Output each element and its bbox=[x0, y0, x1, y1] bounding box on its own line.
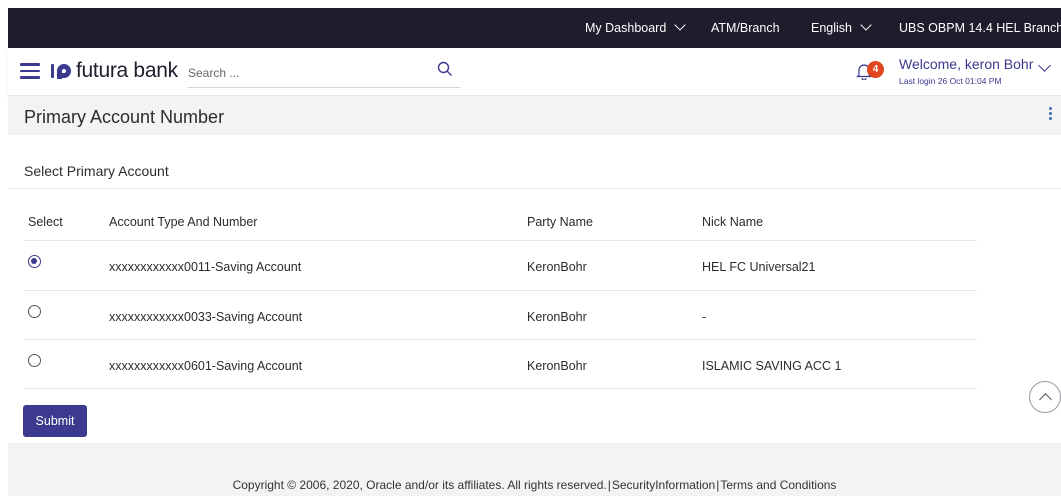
my-dashboard-menu[interactable]: My Dashboard bbox=[585, 8, 686, 48]
party-name-cell: KeronBohr bbox=[527, 359, 587, 373]
column-header-nick: Nick Name bbox=[702, 215, 764, 229]
row-divider bbox=[24, 290, 977, 291]
language-selector[interactable]: English bbox=[811, 8, 872, 48]
notification-badge[interactable]: 4 bbox=[867, 61, 884, 78]
branch-selector[interactable]: UBS OBPM 14.4 HEL Branch bbox=[899, 8, 1061, 48]
scroll-to-top-button[interactable] bbox=[1029, 381, 1061, 413]
copyright-text: Copyright © 2006, 2020, Oracle and/or it… bbox=[232, 478, 607, 492]
chevron-down-icon[interactable] bbox=[1038, 59, 1051, 72]
terms-and-conditions-link[interactable]: Terms and Conditions bbox=[720, 478, 836, 492]
party-name-cell: KeronBohr bbox=[527, 260, 587, 274]
language-label: English bbox=[811, 21, 852, 35]
top-nav-bar: My Dashboard ATM/Branch English UBS OBPM… bbox=[8, 8, 1061, 48]
page-title: Primary Account Number bbox=[24, 107, 225, 127]
row-divider bbox=[24, 339, 977, 340]
my-dashboard-label: My Dashboard bbox=[585, 21, 667, 35]
app-header: futura bank 4 Welcome, keron Bohr Last l… bbox=[8, 48, 1061, 96]
row-radio-button[interactable] bbox=[28, 354, 41, 367]
futura-logo-icon bbox=[51, 64, 71, 79]
submit-button[interactable]: Submit bbox=[23, 405, 87, 437]
section-title: Select Primary Account bbox=[24, 163, 169, 179]
row-radio-button[interactable] bbox=[28, 305, 41, 318]
kebab-menu-icon[interactable] bbox=[1049, 107, 1053, 123]
atm-branch-label: ATM/Branch bbox=[711, 21, 780, 35]
column-header-account: Account Type And Number bbox=[109, 215, 258, 229]
menu-icon[interactable] bbox=[20, 63, 40, 79]
branch-label: UBS OBPM 14.4 HEL Branch bbox=[899, 21, 1061, 35]
primary-account-card: Select Primary Account Select Account Ty… bbox=[8, 135, 1061, 443]
welcome-text[interactable]: Welcome, keron Bohr bbox=[899, 56, 1033, 72]
account-number-cell: xxxxxxxxxxxx0011-Saving Account bbox=[109, 260, 302, 274]
brand-name: futura bank bbox=[76, 59, 178, 82]
chevron-down-icon bbox=[674, 19, 686, 31]
chevron-up-icon bbox=[1039, 393, 1052, 406]
party-name-cell: KeronBohr bbox=[527, 310, 587, 324]
row-divider bbox=[24, 388, 977, 389]
section-divider bbox=[8, 188, 1061, 189]
nick-name-cell: ISLAMIC SAVING ACC 1 bbox=[702, 359, 842, 373]
column-header-select: Select bbox=[28, 215, 63, 229]
search-box bbox=[188, 58, 460, 88]
search-icon[interactable] bbox=[436, 60, 454, 78]
nick-name-cell: - bbox=[702, 310, 707, 324]
nick-name-cell: HEL FC Universal21 bbox=[702, 260, 816, 274]
page-title-bar: Primary Account Number bbox=[8, 97, 1061, 135]
chevron-down-icon bbox=[860, 19, 872, 31]
security-information-link[interactable]: SecurityInformation bbox=[612, 478, 715, 492]
row-radio-button[interactable] bbox=[28, 255, 41, 268]
account-number-cell: xxxxxxxxxxxx0601-Saving Account bbox=[109, 359, 303, 373]
last-login-text: Last login 26 Oct 01:04 PM bbox=[899, 76, 1002, 86]
search-input[interactable] bbox=[188, 62, 418, 84]
account-number-cell: xxxxxxxxxxxx0033-Saving Account bbox=[109, 310, 303, 324]
row-divider bbox=[24, 240, 977, 241]
footer: Copyright © 2006, 2020, Oracle and/or it… bbox=[8, 475, 1061, 496]
atm-branch-link[interactable]: ATM/Branch bbox=[711, 8, 780, 48]
column-header-party: Party Name bbox=[527, 215, 593, 229]
